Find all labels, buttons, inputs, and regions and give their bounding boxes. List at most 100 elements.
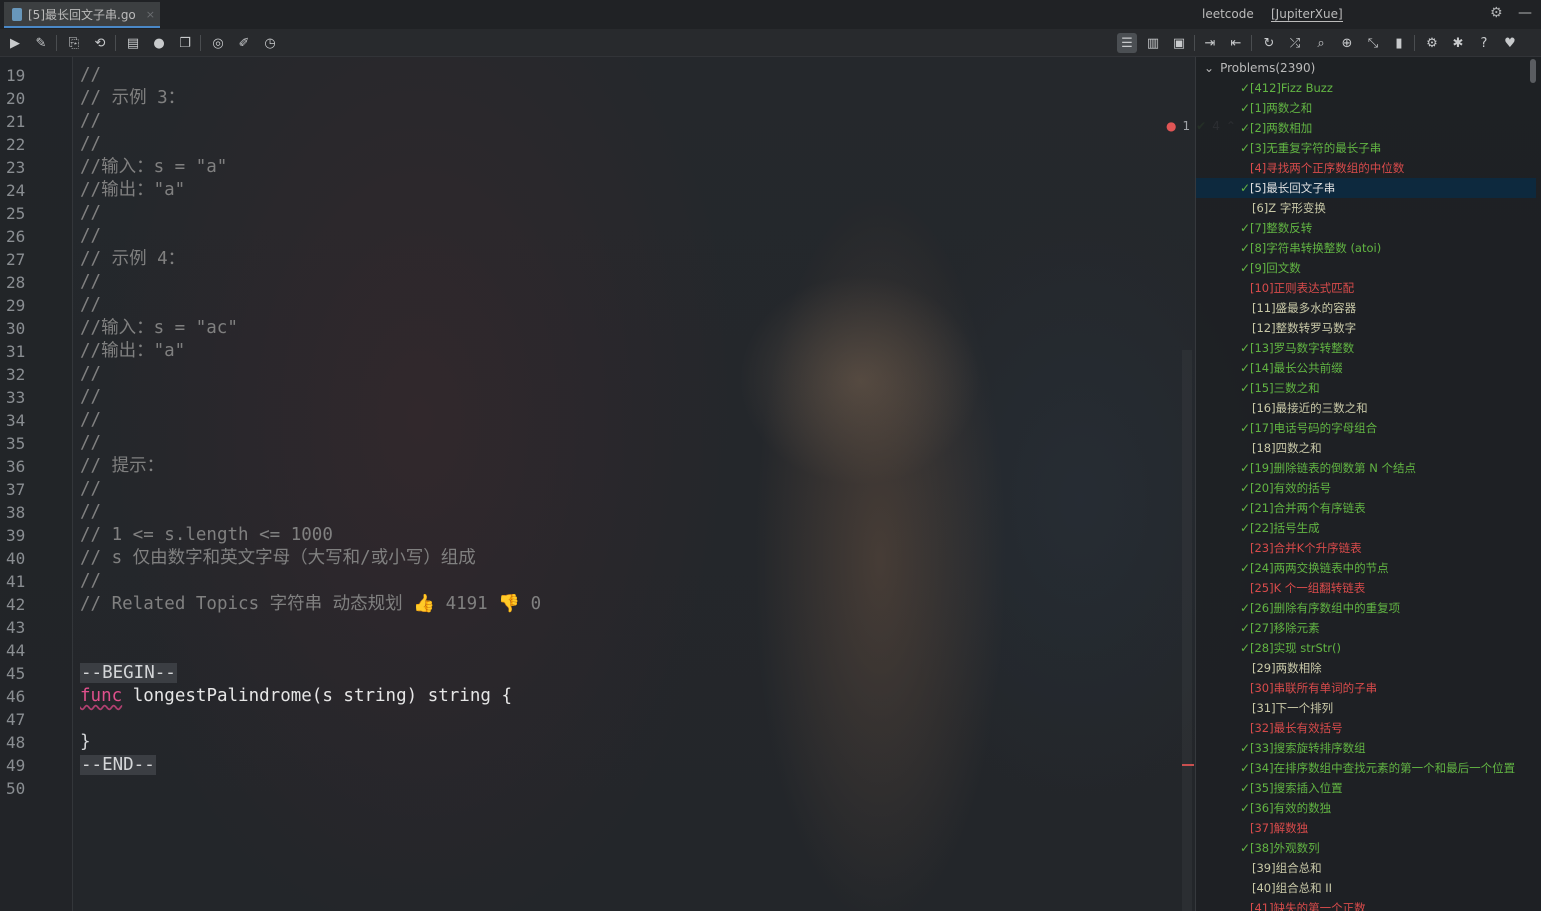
submit-icon[interactable]: ⎘ bbox=[64, 33, 84, 53]
problem-item[interactable]: ✓ [15]三数之和 bbox=[1196, 378, 1536, 398]
problem-item[interactable]: ✓ [9]回文数 bbox=[1196, 258, 1536, 278]
image-icon[interactable]: ▣ bbox=[1169, 33, 1189, 53]
problem-item[interactable]: ✓ [27]移除元素 bbox=[1196, 618, 1536, 638]
code-line[interactable]: // bbox=[80, 363, 101, 386]
code-line[interactable]: // bbox=[80, 478, 101, 501]
code-line[interactable]: // s 仅由数字和英文字母（大写和/或小写）组成 bbox=[80, 547, 476, 570]
search-icon[interactable]: ⌕ bbox=[1311, 33, 1331, 53]
code-line[interactable]: --END-- bbox=[80, 754, 156, 777]
problem-item[interactable]: ✓ [36]有效的数独 bbox=[1196, 798, 1536, 818]
problem-item[interactable]: ✓ [34]在排序数组中查找元素的第一个和最后一个位置 bbox=[1196, 758, 1536, 778]
problem-item[interactable]: ✓ [22]括号生成 bbox=[1196, 518, 1536, 538]
comment-icon[interactable]: ▤ bbox=[123, 33, 143, 53]
chart-icon[interactable]: ▮ bbox=[1389, 33, 1409, 53]
problem-item[interactable]: ✓ [19]删除链表的倒数第 N 个结点 bbox=[1196, 458, 1536, 478]
close-icon[interactable]: × bbox=[146, 8, 155, 21]
refresh-file-icon[interactable]: ⟲ bbox=[90, 33, 110, 53]
code-line[interactable]: // bbox=[80, 386, 101, 409]
editor-scrollbar[interactable] bbox=[1182, 350, 1192, 911]
problem-item[interactable]: [41]缺失的第一个正数 bbox=[1196, 898, 1536, 911]
code-line[interactable]: //输入：s = "ac" bbox=[80, 317, 238, 340]
code-line[interactable]: // bbox=[80, 225, 101, 248]
code-line[interactable]: // bbox=[80, 294, 101, 317]
problem-item[interactable]: [4]寻找两个正序数组的中位数 bbox=[1196, 158, 1536, 178]
split-view-icon[interactable]: ▥ bbox=[1143, 33, 1163, 53]
problem-item[interactable]: ✓ [7]整数反转 bbox=[1196, 218, 1536, 238]
user-label[interactable]: [JupiterXue] bbox=[1271, 7, 1343, 22]
code-line[interactable]: func longestPalindrome(s string) string … bbox=[80, 685, 512, 708]
debug-icon[interactable]: ✎ bbox=[31, 33, 51, 53]
code-line[interactable]: // 提示： bbox=[80, 455, 164, 478]
problem-item[interactable]: [39]组合总和 bbox=[1196, 858, 1536, 878]
code-line[interactable]: // bbox=[80, 501, 101, 524]
error-stripe-marker[interactable] bbox=[1182, 764, 1194, 766]
problem-item[interactable]: ✓ [38]外观数列 bbox=[1196, 838, 1536, 858]
code-line[interactable]: // bbox=[80, 133, 101, 156]
code-line[interactable]: // bbox=[80, 570, 101, 593]
code-editor[interactable]: ● 1 ✔ 4 ⌃ ⌄ //// 示例 3：//////输入：s = "a"//… bbox=[72, 57, 1252, 911]
code-line[interactable]: } bbox=[80, 731, 91, 754]
problem-item[interactable]: [23]合并K个升序链表 bbox=[1196, 538, 1536, 558]
locate-icon[interactable]: ⊕ bbox=[1337, 33, 1357, 53]
sync-icon[interactable]: ↻ bbox=[1259, 33, 1279, 53]
code-line[interactable]: // bbox=[80, 202, 101, 225]
problem-item[interactable]: ✓ [17]电话号码的字母组合 bbox=[1196, 418, 1536, 438]
code-line[interactable]: //输出："a" bbox=[80, 340, 185, 363]
code-line[interactable]: // bbox=[80, 271, 101, 294]
shuffle-icon[interactable]: ⤮ bbox=[1285, 33, 1305, 53]
help-icon[interactable]: ? bbox=[1474, 33, 1494, 53]
code-line[interactable]: // Related Topics 字符串 动态规划 👍 4191 👎 0 bbox=[80, 593, 541, 616]
problem-item[interactable]: [25]K 个一组翻转链表 bbox=[1196, 578, 1536, 598]
bug-icon[interactable]: ✱ bbox=[1448, 33, 1468, 53]
problem-item[interactable]: [32]最长有效括号 bbox=[1196, 718, 1536, 738]
problem-item[interactable]: ✓ [28]实现 strStr() bbox=[1196, 638, 1536, 658]
code-line[interactable]: // bbox=[80, 64, 101, 87]
problem-item[interactable]: ✓ [2]两数相加 bbox=[1196, 118, 1536, 138]
code-line[interactable]: //输出："a" bbox=[80, 179, 185, 202]
code-line[interactable]: // 1 <= s.length <= 1000 bbox=[80, 524, 333, 547]
edit-icon[interactable]: ✐ bbox=[234, 33, 254, 53]
problem-item[interactable]: ✓ [8]字符串转换整数 (atoi) bbox=[1196, 238, 1536, 258]
list-view-icon[interactable]: ☰ bbox=[1117, 33, 1137, 53]
login-icon[interactable]: ⇥ bbox=[1200, 33, 1220, 53]
problem-item[interactable]: ✓ [3]无重复字符的最长子串 bbox=[1196, 138, 1536, 158]
file-tab[interactable]: [5]最长回文子串.go × bbox=[4, 2, 160, 28]
copy-icon[interactable]: ❐ bbox=[175, 33, 195, 53]
code-line[interactable]: // bbox=[80, 409, 101, 432]
problem-item[interactable]: ✓ [24]两两交换链表中的节点 bbox=[1196, 558, 1536, 578]
problem-item[interactable]: [6]Z 字形变换 bbox=[1196, 198, 1536, 218]
play-icon[interactable]: ▶ bbox=[5, 33, 25, 53]
chevron-down-icon[interactable]: ⌄ bbox=[1204, 58, 1214, 78]
problem-item[interactable]: ✓ [5]最长回文子串 bbox=[1196, 178, 1536, 198]
clock-icon[interactable]: ◷ bbox=[260, 33, 280, 53]
problem-item[interactable]: [10]正则表达式匹配 bbox=[1196, 278, 1536, 298]
settings-gear-icon[interactable]: ⚙ bbox=[1490, 5, 1503, 21]
problem-item[interactable]: [30]串联所有单词的子串 bbox=[1196, 678, 1536, 698]
problem-item[interactable]: [18]四数之和 bbox=[1196, 438, 1536, 458]
problem-item[interactable]: ✓ [33]搜索旋转排序数组 bbox=[1196, 738, 1536, 758]
site-label[interactable]: leetcode bbox=[1202, 7, 1254, 21]
code-line[interactable]: //输入：s = "a" bbox=[80, 156, 227, 179]
code-line[interactable]: // 示例 3： bbox=[80, 87, 185, 110]
problem-item[interactable]: [11]盛最多水的容器 bbox=[1196, 298, 1536, 318]
problem-item[interactable]: ✓ [35]搜索插入位置 bbox=[1196, 778, 1536, 798]
problem-item[interactable]: ✓ [20]有效的括号 bbox=[1196, 478, 1536, 498]
target-icon[interactable]: ◎ bbox=[208, 33, 228, 53]
heart-icon[interactable]: ♥ bbox=[1500, 33, 1520, 53]
problem-item[interactable]: [40]组合总和 II bbox=[1196, 878, 1536, 898]
hint-icon[interactable]: ● bbox=[149, 33, 169, 53]
problem-item[interactable]: ✓ [26]删除有序数组中的重复项 bbox=[1196, 598, 1536, 618]
problem-item[interactable]: ✓ [21]合并两个有序链表 bbox=[1196, 498, 1536, 518]
code-line[interactable]: // bbox=[80, 432, 101, 455]
problem-item[interactable]: [12]整数转罗马数字 bbox=[1196, 318, 1536, 338]
problem-item[interactable]: [16]最接近的三数之和 bbox=[1196, 398, 1536, 418]
code-line[interactable]: // bbox=[80, 110, 101, 133]
problem-item[interactable]: [37]解数独 bbox=[1196, 818, 1536, 838]
collapse-icon[interactable]: ⤡ bbox=[1363, 33, 1383, 53]
logout-icon[interactable]: ⇤ bbox=[1226, 33, 1246, 53]
problems-root[interactable]: ⌄ Problems(2390) bbox=[1204, 58, 1315, 78]
problem-item[interactable]: ✓ [412]Fizz Buzz bbox=[1196, 78, 1536, 98]
code-line[interactable]: // 示例 4： bbox=[80, 248, 185, 271]
minimize-icon[interactable]: — bbox=[1518, 5, 1532, 21]
code-line[interactable]: --BEGIN-- bbox=[80, 662, 177, 685]
